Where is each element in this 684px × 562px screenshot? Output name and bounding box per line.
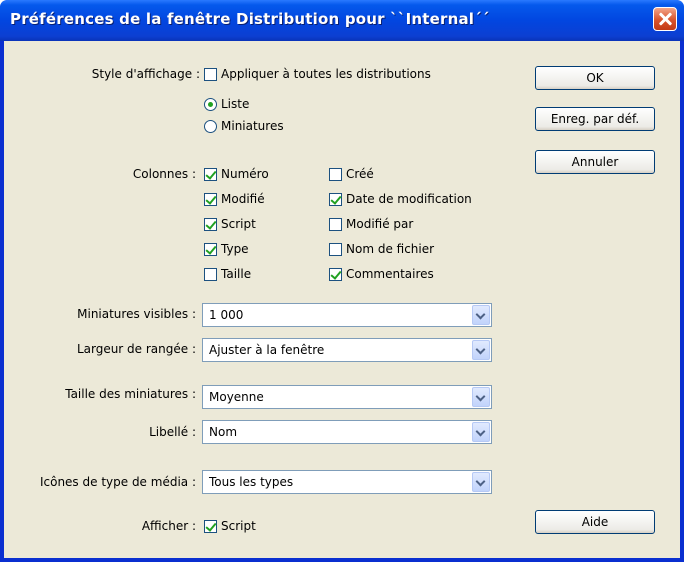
column-modified-by-box[interactable] — [329, 217, 342, 231]
column-number-label: Numéro — [221, 167, 269, 181]
radio-list[interactable]: Liste — [204, 97, 249, 111]
preferences-dialog: Préférences de la fenêtre Distribution p… — [0, 0, 684, 562]
visible-thumbnails-value: 1 000 — [209, 308, 244, 322]
chevron-down-icon[interactable] — [472, 387, 490, 407]
column-type-checkbox[interactable]: Type — [204, 242, 249, 256]
column-type-box[interactable] — [204, 242, 217, 256]
show-script-checkbox[interactable]: Script — [204, 519, 256, 533]
apply-all-checkbox-box[interactable] — [204, 67, 217, 81]
caption-select[interactable]: Nom — [202, 420, 492, 444]
ok-button[interactable]: OK — [535, 66, 655, 90]
column-filename-box[interactable] — [329, 242, 342, 256]
apply-all-label: Appliquer à toutes les distributions — [221, 67, 431, 81]
radio-thumbnails-label: Miniatures — [221, 119, 284, 133]
dialog-body: Style d'affichage : Appliquer à toutes l… — [4, 41, 680, 558]
column-comments-box[interactable] — [329, 267, 342, 281]
row-width-label: Largeur de rangée : — [76, 342, 196, 356]
column-comments-label: Commentaires — [346, 267, 434, 281]
apply-all-checkbox[interactable]: Appliquer à toutes les distributions — [204, 67, 431, 81]
column-number-box[interactable] — [204, 167, 217, 181]
column-modified-box[interactable] — [204, 192, 217, 206]
visible-thumbnails-label: Miniatures visibles : — [77, 307, 196, 321]
save-default-button[interactable]: Enreg. par déf. — [535, 107, 655, 131]
media-icons-label: Icônes de type de média : — [39, 475, 196, 489]
chevron-down-icon[interactable] — [472, 472, 490, 492]
column-script-checkbox[interactable]: Script — [204, 217, 256, 231]
chevron-down-icon[interactable] — [472, 422, 490, 442]
thumbnail-size-select[interactable]: Moyenne — [202, 385, 492, 409]
column-created-box[interactable] — [329, 167, 342, 181]
columns-label: Colonnes : — [132, 167, 196, 181]
column-modification-date-box[interactable] — [329, 192, 342, 206]
show-label: Afficher : — [141, 519, 196, 533]
title-bar: Préférences de la fenêtre Distribution p… — [0, 0, 684, 41]
column-number-checkbox[interactable]: Numéro — [204, 167, 269, 181]
close-button[interactable] — [653, 7, 677, 31]
column-filename-checkbox[interactable]: Nom de fichier — [329, 242, 434, 256]
radio-thumbnails-button[interactable] — [204, 119, 217, 133]
radio-list-button[interactable] — [204, 97, 217, 111]
cancel-button[interactable]: Annuler — [535, 150, 655, 174]
media-icons-value: Tous les types — [209, 475, 294, 489]
thumbnail-size-label: Taille des miniatures : — [65, 387, 196, 401]
column-filename-label: Nom de fichier — [346, 242, 435, 256]
help-button[interactable]: Aide — [535, 510, 655, 534]
caption-value: Nom — [209, 425, 238, 439]
column-created-checkbox[interactable]: Créé — [329, 167, 374, 181]
media-icons-select[interactable]: Tous les types — [202, 470, 492, 494]
radio-list-label: Liste — [221, 97, 250, 111]
column-script-box[interactable] — [204, 217, 217, 231]
visible-thumbnails-select[interactable]: 1 000 — [202, 303, 492, 327]
caption-label: Libellé : — [149, 425, 196, 439]
column-modification-date-checkbox[interactable]: Date de modification — [329, 192, 472, 206]
show-script-label: Script — [221, 519, 256, 533]
column-script-label: Script — [221, 217, 256, 231]
column-modified-checkbox[interactable]: Modifié — [204, 192, 265, 206]
column-modified-by-label: Modifié par — [346, 217, 414, 231]
column-created-label: Créé — [346, 167, 374, 181]
chevron-down-icon[interactable] — [472, 305, 490, 325]
column-size-box[interactable] — [204, 267, 217, 281]
column-modification-date-label: Date de modification — [346, 192, 472, 206]
column-size-checkbox[interactable]: Taille — [204, 267, 251, 281]
thumbnail-size-value: Moyenne — [209, 390, 264, 404]
chevron-down-icon[interactable] — [472, 340, 490, 360]
column-comments-checkbox[interactable]: Commentaires — [329, 267, 434, 281]
column-modified-by-checkbox[interactable]: Modifié par — [329, 217, 413, 231]
column-size-label: Taille — [221, 267, 252, 281]
column-modified-label: Modifié — [221, 192, 265, 206]
window-title: Préférences de la fenêtre Distribution p… — [10, 10, 490, 28]
column-type-label: Type — [221, 242, 249, 256]
row-width-value: Ajuster à la fenêtre — [209, 343, 325, 357]
row-width-select[interactable]: Ajuster à la fenêtre — [202, 338, 492, 362]
display-style-label: Style d'affichage : — [91, 67, 200, 81]
radio-thumbnails[interactable]: Miniatures — [204, 119, 284, 133]
show-script-box[interactable] — [204, 519, 217, 533]
